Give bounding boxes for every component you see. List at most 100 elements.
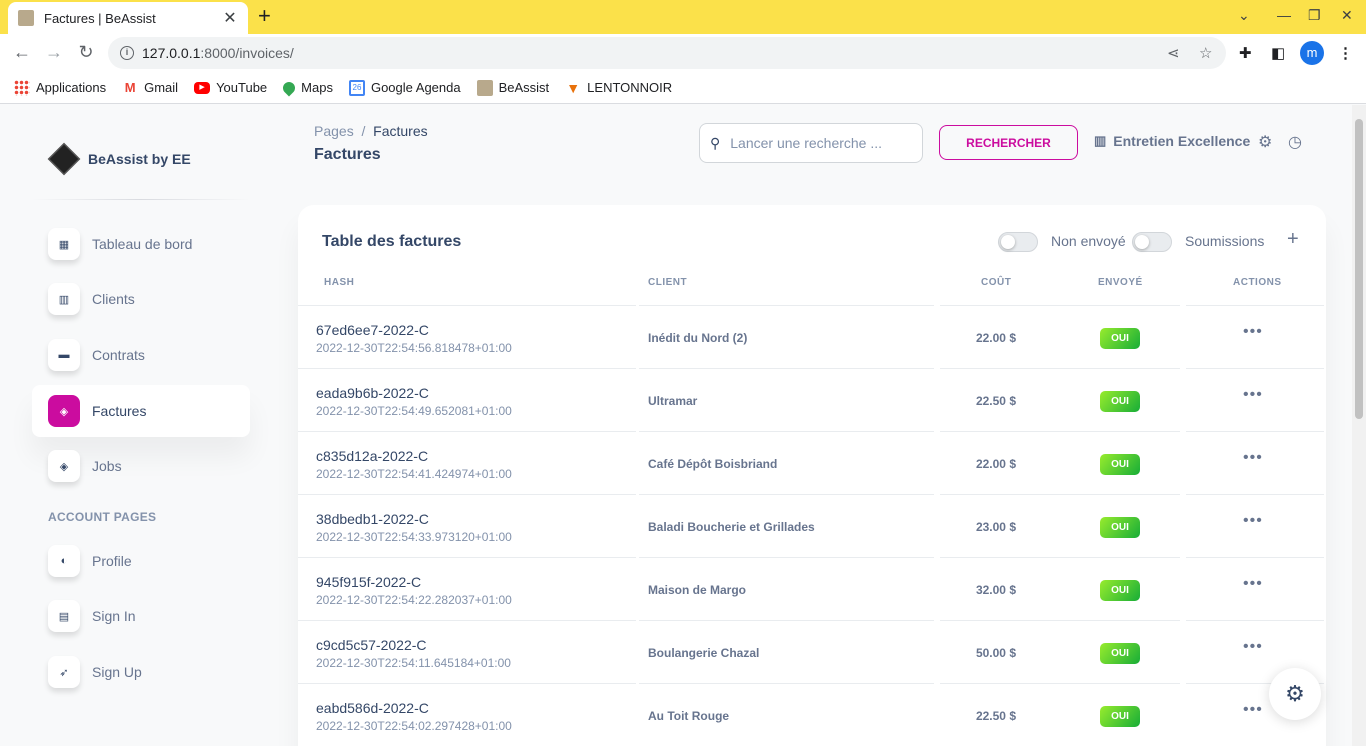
site-info-icon[interactable]: i (120, 46, 134, 60)
back-icon[interactable]: ← (11, 42, 33, 63)
column-header-hash: HASH (324, 277, 355, 288)
organization-link[interactable]: ▥ Entretien Excellence (1094, 133, 1250, 149)
row-actions-menu-icon[interactable]: ••• (1243, 701, 1263, 719)
search-input[interactable] (730, 135, 901, 151)
building-icon: ▥ (1094, 133, 1107, 148)
row-divider (298, 305, 636, 306)
table-row[interactable]: 38dbedb1-2022-C 2022-12-30T22:54:33.97312… (298, 494, 1326, 557)
tab-search-chevron-icon[interactable]: ⌄ (1238, 7, 1250, 24)
row-actions-menu-icon[interactable]: ••• (1243, 449, 1263, 467)
invoice-hash[interactable]: c9cd5c57-2022-C (316, 637, 427, 653)
sidebar-item-sign-in[interactable]: ▤ Sign In (32, 590, 250, 642)
sidebar-item-label: Factures (92, 403, 147, 419)
row-divider (1186, 431, 1324, 432)
reload-icon[interactable]: ↻ (75, 42, 97, 63)
bookmark-beassist[interactable]: BeAssist (476, 79, 549, 96)
page-title: Factures (314, 146, 381, 163)
sidebar-item-label: Profile (92, 553, 132, 569)
row-divider (940, 620, 1180, 621)
bookmark-maps[interactable]: Maps (280, 79, 333, 96)
breadcrumb-root[interactable]: Pages (314, 123, 354, 139)
browser-tab[interactable]: Factures | BeAssist ✕ (8, 2, 248, 34)
sidebar-item-clients[interactable]: ▥ Clients (32, 273, 250, 325)
sent-status-badge: OUI (1100, 643, 1140, 664)
scrollbar-thumb[interactable] (1355, 119, 1363, 419)
row-actions-menu-icon[interactable]: ••• (1243, 386, 1263, 404)
share-icon[interactable]: ⋖ (1167, 44, 1180, 62)
address-bar[interactable]: i 127.0.0.1:8000/invoices/ (108, 37, 1226, 69)
profile-avatar[interactable]: m (1300, 41, 1324, 65)
bookmark-label: YouTube (216, 80, 268, 95)
configurator-gear-icon[interactable]: ⚙ (1269, 668, 1321, 720)
sidebar-item-tableau-de-bord[interactable]: ▦ Tableau de bord (32, 218, 250, 270)
invoice-hash[interactable]: 945f915f-2022-C (316, 574, 421, 590)
side-panel-icon[interactable]: ◧ (1271, 44, 1285, 62)
invoice-hash[interactable]: 67ed6ee7-2022-C (316, 322, 429, 338)
sidebar-item-contrats[interactable]: ▬ Contrats (32, 329, 250, 381)
funnel-icon: ▼ (566, 79, 581, 96)
table-row[interactable]: 67ed6ee7-2022-C 2022-12-30T22:54:56.81847… (298, 305, 1326, 368)
sidebar-item-jobs[interactable]: ◈ Jobs (32, 440, 250, 492)
table-row[interactable]: c835d12a-2022-C 2022-12-30T22:54:41.42497… (298, 431, 1326, 494)
page-scrollbar[interactable] (1352, 105, 1366, 746)
search-button[interactable]: RECHERCHER (939, 125, 1078, 160)
browser-menu-icon[interactable]: ⋮ (1338, 44, 1353, 62)
bookmark-youtube[interactable]: ▶ YouTube (194, 80, 267, 95)
brand[interactable]: BeAssist by EE (47, 142, 191, 176)
sidebar-item-sign-up[interactable]: ➶ Sign Up (32, 646, 250, 698)
row-divider (298, 557, 636, 558)
spaceship-icon: ➶ (48, 656, 80, 688)
row-divider (298, 368, 636, 369)
extensions-puzzle-icon[interactable]: ✚ (1239, 44, 1252, 62)
invoice-date: 2022-12-30T22:54:22.282037+01:00 (316, 593, 512, 607)
table-header: HASH CLIENT COÛT ENVOYÉ ACTIONS (298, 277, 1326, 305)
table-row[interactable]: 945f915f-2022-C 2022-12-30T22:54:22.28203… (298, 557, 1326, 620)
bookmark-label: Gmail (144, 80, 179, 95)
column-header-cout: COÛT (981, 277, 1012, 288)
toggle-non-envoye[interactable] (998, 232, 1038, 252)
search-box: ⚲ (699, 123, 923, 163)
invoice-cost: 22.00 $ (975, 457, 1016, 471)
clock-icon[interactable]: ◷ (1288, 132, 1302, 152)
close-tab-icon[interactable]: ✕ (222, 8, 238, 28)
row-actions-menu-icon[interactable]: ••• (1243, 638, 1263, 656)
table-row[interactable]: eada9b6b-2022-C 2022-12-30T22:54:49.65208… (298, 368, 1326, 431)
table-row[interactable]: eabd586d-2022-C 2022-12-30T22:54:02.29742… (298, 683, 1326, 746)
row-actions-menu-icon[interactable]: ••• (1243, 323, 1263, 341)
minimize-icon[interactable]: — (1277, 7, 1291, 23)
customer-support-icon: ◐ (48, 545, 80, 577)
row-actions-menu-icon[interactable]: ••• (1243, 512, 1263, 530)
row-actions-menu-icon[interactable]: ••• (1243, 575, 1263, 593)
row-divider (639, 494, 934, 495)
invoice-hash[interactable]: c835d12a-2022-C (316, 448, 428, 464)
row-divider (298, 683, 636, 684)
invoice-hash[interactable]: eabd586d-2022-C (316, 700, 429, 716)
invoice-hash[interactable]: 38dbedb1-2022-C (316, 511, 429, 527)
toggle-soumissions[interactable] (1132, 232, 1172, 252)
office-icon: ▥ (48, 283, 80, 315)
calendar-icon: 26 (348, 79, 365, 96)
bookmark-star-icon[interactable]: ☆ (1199, 44, 1212, 62)
restore-icon[interactable]: ❐ (1308, 7, 1321, 24)
row-divider (940, 431, 1180, 432)
row-divider (639, 683, 934, 684)
sidebar-item-profile[interactable]: ◐ Profile (32, 535, 250, 587)
close-window-icon[interactable]: ✕ (1341, 7, 1353, 24)
row-divider (639, 620, 934, 621)
table-row[interactable]: c9cd5c57-2022-C 2022-12-30T22:54:11.64518… (298, 620, 1326, 683)
invoice-client: Inédit du Nord (2) (648, 331, 748, 345)
invoice-date: 2022-12-30T22:54:02.297428+01:00 (316, 719, 512, 733)
forward-icon[interactable]: → (43, 42, 65, 63)
new-tab-icon[interactable]: + (258, 5, 271, 27)
invoice-hash[interactable]: eada9b6b-2022-C (316, 385, 429, 401)
add-icon[interactable]: + (1287, 228, 1299, 251)
bookmark-applications[interactable]: Applications (14, 79, 107, 96)
bookmark-label: LENTONNOIR (587, 80, 673, 95)
bookmark-lentonnoir[interactable]: ▼ LENTONNOIR (565, 80, 672, 96)
settings-gear-icon[interactable]: ⚙ (1258, 132, 1272, 152)
bookmark-google-agenda[interactable]: 26 Google Agenda (348, 79, 461, 96)
url-host: 127.0.0.1 (142, 45, 201, 61)
sidebar-item-factures[interactable]: ◈ Factures (32, 385, 250, 437)
bookmark-gmail[interactable]: M Gmail (122, 80, 178, 96)
bookmark-label: Applications (36, 80, 107, 95)
